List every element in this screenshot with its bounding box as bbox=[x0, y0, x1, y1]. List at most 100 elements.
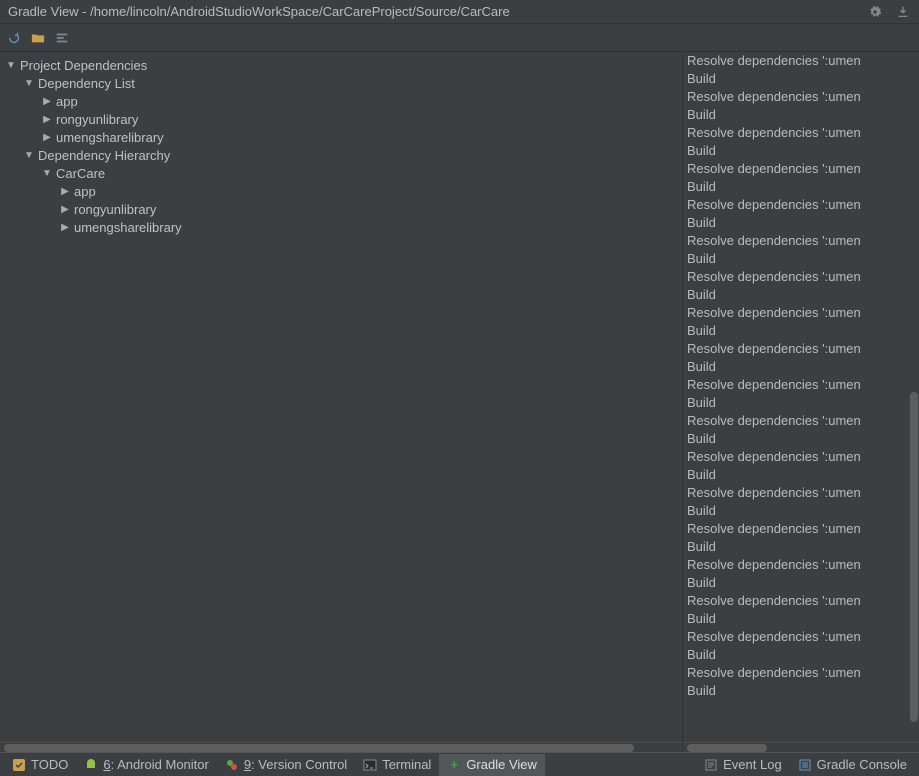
vcs-icon bbox=[225, 758, 239, 772]
expand-toggle-icon[interactable]: ▼ bbox=[40, 168, 54, 179]
console-icon bbox=[798, 758, 812, 772]
log-line: Build bbox=[683, 682, 919, 700]
layout-icon[interactable] bbox=[54, 30, 70, 46]
log-line: Build bbox=[683, 322, 919, 340]
tree-node-dephier[interactable]: ▼ Dependency Hierarchy bbox=[0, 146, 682, 164]
tree-hscrollbar[interactable] bbox=[0, 742, 682, 752]
expand-toggle-icon[interactable]: ▼ bbox=[22, 150, 36, 161]
event-log-tab[interactable]: Event Log bbox=[696, 754, 790, 776]
log-line: Build bbox=[683, 286, 919, 304]
toolbar bbox=[0, 24, 919, 52]
main-content: ▼ Project Dependencies ▼ Dependency List… bbox=[0, 52, 919, 742]
tree-item[interactable]: ▶app bbox=[0, 182, 682, 200]
log-line: Resolve dependencies ':umen bbox=[683, 268, 919, 286]
tree-label: Dependency List bbox=[36, 76, 135, 91]
log-line: Resolve dependencies ':umen bbox=[683, 556, 919, 574]
log-line: Resolve dependencies ':umen bbox=[683, 340, 919, 358]
version-control-tab[interactable]: 9: Version Control bbox=[217, 754, 355, 776]
terminal-icon bbox=[363, 758, 377, 772]
todo-icon bbox=[12, 758, 26, 772]
dependency-tree[interactable]: ▼ Project Dependencies ▼ Dependency List… bbox=[0, 52, 682, 742]
log-line: Build bbox=[683, 70, 919, 88]
log-line: Resolve dependencies ':umen bbox=[683, 628, 919, 646]
log-line: Resolve dependencies ':umen bbox=[683, 484, 919, 502]
log-hscrollbar[interactable] bbox=[682, 742, 919, 752]
log-line: Build bbox=[683, 250, 919, 268]
refresh-icon[interactable] bbox=[6, 30, 22, 46]
download-icon[interactable] bbox=[895, 4, 911, 20]
log-line: Build bbox=[683, 358, 919, 376]
label: Event Log bbox=[723, 757, 782, 772]
log-line: Resolve dependencies ':umen bbox=[683, 196, 919, 214]
log-line: Resolve dependencies ':umen bbox=[683, 232, 919, 250]
android-monitor-tab[interactable]: 6: Android Monitor bbox=[76, 754, 217, 776]
log-line: Build bbox=[683, 178, 919, 196]
collapse-toggle-icon[interactable]: ▶ bbox=[58, 186, 72, 197]
collapse-toggle-icon[interactable]: ▶ bbox=[58, 222, 72, 233]
log-line: Build bbox=[683, 430, 919, 448]
log-line: Resolve dependencies ':umen bbox=[683, 376, 919, 394]
log-line: Resolve dependencies ':umen bbox=[683, 304, 919, 322]
label: Terminal bbox=[382, 757, 431, 772]
tree-item[interactable]: ▶rongyunlibrary bbox=[0, 200, 682, 218]
gradle-view-tab[interactable]: + Gradle View bbox=[439, 754, 545, 776]
tree-label: app bbox=[72, 184, 96, 199]
hscroll-row bbox=[0, 742, 919, 752]
tree-label: umengsharelibrary bbox=[54, 130, 164, 145]
tree-label: CarCare bbox=[54, 166, 105, 181]
log-line: Build bbox=[683, 142, 919, 160]
plus-icon: + bbox=[447, 758, 461, 772]
tree-label: rongyunlibrary bbox=[72, 202, 156, 217]
log-line: Resolve dependencies ':umen bbox=[683, 124, 919, 142]
title-bar: Gradle View - /home/lincoln/AndroidStudi… bbox=[0, 0, 919, 24]
gear-icon[interactable] bbox=[867, 4, 883, 20]
android-icon bbox=[84, 758, 98, 772]
log-line: Resolve dependencies ':umen bbox=[683, 412, 919, 430]
scrollbar-thumb[interactable] bbox=[687, 744, 767, 752]
gradle-console-tab[interactable]: Gradle Console bbox=[790, 754, 915, 776]
tree-node-deplist[interactable]: ▼ Dependency List bbox=[0, 74, 682, 92]
scrollbar-thumb[interactable] bbox=[4, 744, 634, 752]
label: 6: Android Monitor bbox=[103, 757, 209, 772]
log-content[interactable]: Resolve dependencies ':umenBuildResolve … bbox=[683, 52, 919, 700]
expand-toggle-icon[interactable]: ▼ bbox=[22, 78, 36, 89]
bottom-toolbar: TODO 6: Android Monitor 9: Version Contr… bbox=[0, 752, 919, 776]
log-line: Build bbox=[683, 646, 919, 664]
log-line: Resolve dependencies ':umen bbox=[683, 664, 919, 682]
log-panel: Resolve dependencies ':umenBuildResolve … bbox=[682, 52, 919, 742]
tree-item[interactable]: ▶app bbox=[0, 92, 682, 110]
log-line: Build bbox=[683, 394, 919, 412]
log-line: Build bbox=[683, 214, 919, 232]
log-line: Resolve dependencies ':umen bbox=[683, 520, 919, 538]
collapse-toggle-icon[interactable]: ▶ bbox=[58, 204, 72, 215]
tree-label: app bbox=[54, 94, 78, 109]
tree-node-carcare[interactable]: ▼ CarCare bbox=[0, 164, 682, 182]
log-icon bbox=[704, 758, 718, 772]
log-line: Build bbox=[683, 610, 919, 628]
tree-label: rongyunlibrary bbox=[54, 112, 138, 127]
vertical-scrollbar[interactable] bbox=[909, 52, 919, 732]
collapse-toggle-icon[interactable]: ▶ bbox=[40, 114, 54, 125]
tree-label: Dependency Hierarchy bbox=[36, 148, 170, 163]
tree-label: Project Dependencies bbox=[18, 58, 147, 73]
tree-root[interactable]: ▼ Project Dependencies bbox=[0, 56, 682, 74]
scrollbar-thumb[interactable] bbox=[910, 392, 918, 722]
log-line: Resolve dependencies ':umen bbox=[683, 52, 919, 70]
log-line: Build bbox=[683, 466, 919, 484]
expand-toggle-icon[interactable]: ▼ bbox=[4, 60, 18, 71]
todo-tab[interactable]: TODO bbox=[4, 754, 76, 776]
label: Gradle Console bbox=[817, 757, 907, 772]
tree-item[interactable]: ▶umengsharelibrary bbox=[0, 218, 682, 236]
label: 9: Version Control bbox=[244, 757, 347, 772]
tree-label: umengsharelibrary bbox=[72, 220, 182, 235]
tree-item[interactable]: ▶rongyunlibrary bbox=[0, 110, 682, 128]
collapse-toggle-icon[interactable]: ▶ bbox=[40, 96, 54, 107]
header-actions bbox=[867, 4, 911, 20]
collapse-toggle-icon[interactable]: ▶ bbox=[40, 132, 54, 143]
terminal-tab[interactable]: Terminal bbox=[355, 754, 439, 776]
label: TODO bbox=[31, 757, 68, 772]
folder-icon[interactable] bbox=[30, 30, 46, 46]
log-line: Build bbox=[683, 106, 919, 124]
log-line: Build bbox=[683, 502, 919, 520]
tree-item[interactable]: ▶umengsharelibrary bbox=[0, 128, 682, 146]
